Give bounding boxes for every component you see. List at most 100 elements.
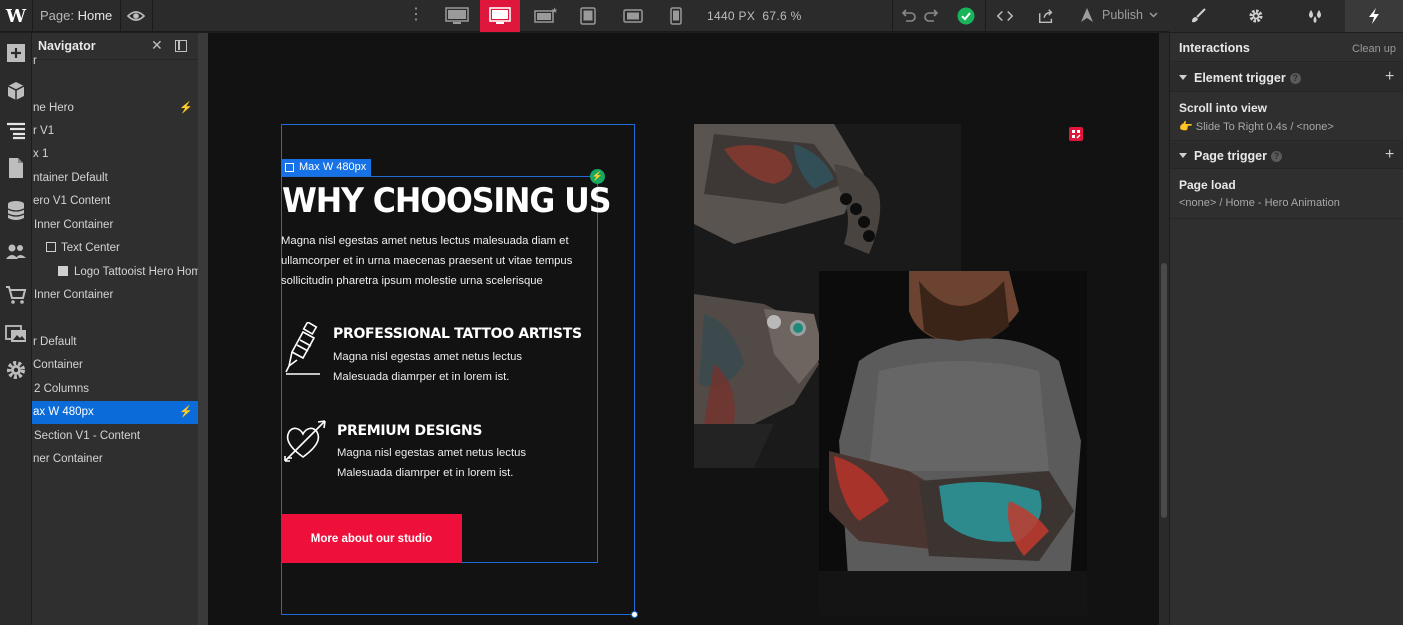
canvas-width: 1440 PX bbox=[707, 9, 756, 23]
divider bbox=[985, 0, 986, 32]
image-settings-icon[interactable] bbox=[1069, 127, 1083, 141]
interactions-header: Interactions Clean up bbox=[1170, 33, 1403, 62]
design-canvas[interactable]: Max W 480px ⚡ WHY CHOOSING US Magna nisl… bbox=[208, 33, 1159, 625]
navigator-item[interactable]: r V1 bbox=[32, 120, 198, 143]
navigator-panel: Navigator ✕ r ne Hero ⚡ r V1 x 1 ntainer Defa… bbox=[32, 33, 198, 625]
interactions-title: Interactions bbox=[1179, 41, 1250, 55]
publish-label: Publish bbox=[1102, 8, 1143, 22]
navigator-icon[interactable] bbox=[4, 118, 28, 142]
site-settings-gear-icon[interactable] bbox=[4, 358, 28, 382]
trigger-detail: Slide To Right 0.4s / <none> bbox=[1195, 121, 1334, 133]
mobile-portrait-breakpoint-icon[interactable] bbox=[656, 0, 696, 32]
brush-icon bbox=[1192, 8, 1206, 23]
divider bbox=[152, 0, 153, 32]
caret-down-icon bbox=[1179, 75, 1187, 80]
redo-icon[interactable] bbox=[923, 7, 941, 25]
feature-title: PROFESSIONAL TATTOO ARTISTS bbox=[333, 326, 582, 342]
selection-label-text: Max W 480px bbox=[299, 161, 367, 173]
navigator-item[interactable]: Text Center bbox=[32, 237, 198, 260]
symbols-cube-icon[interactable] bbox=[4, 79, 28, 103]
scrollbar-thumb[interactable] bbox=[1161, 263, 1167, 518]
add-page-trigger-icon[interactable]: + bbox=[1385, 147, 1394, 163]
page-selector[interactable]: Page: Home bbox=[40, 8, 112, 23]
feature-description: Magna nisl egestas amet netus lectus Male… bbox=[337, 443, 567, 483]
assets-images-icon[interactable] bbox=[4, 321, 28, 345]
panel-scrollbar[interactable] bbox=[198, 33, 208, 625]
preview-eye-icon[interactable] bbox=[126, 7, 146, 25]
cms-database-icon[interactable] bbox=[4, 199, 28, 223]
navigator-item-label: r bbox=[33, 55, 37, 67]
canvas-scrollbar[interactable] bbox=[1159, 33, 1169, 625]
more-about-studio-button[interactable]: More about our studio bbox=[281, 514, 462, 563]
help-icon[interactable]: ? bbox=[1270, 151, 1282, 162]
undo-icon[interactable] bbox=[899, 7, 917, 25]
navigator-item[interactable]: Inner Container bbox=[32, 214, 198, 237]
desktop-breakpoint-icon[interactable] bbox=[480, 0, 520, 32]
more-options-icon[interactable]: ⋮ bbox=[408, 7, 424, 23]
clean-up-link[interactable]: Clean up bbox=[1352, 43, 1396, 55]
users-icon[interactable] bbox=[4, 240, 28, 264]
canvas-size-readout: 1440 PX 67.6 % bbox=[707, 9, 802, 23]
navigator-item[interactable]: ntainer Default bbox=[32, 167, 198, 190]
navigator-item-label: ne Hero bbox=[33, 102, 74, 114]
share-icon[interactable] bbox=[1037, 7, 1055, 25]
ecommerce-cart-icon[interactable] bbox=[4, 283, 28, 307]
left-tool-bar bbox=[0, 33, 32, 625]
section-heading[interactable]: WHY CHOOSING US bbox=[282, 181, 611, 221]
webflow-logo[interactable]: W bbox=[0, 0, 32, 32]
publish-rocket-icon bbox=[1081, 8, 1093, 22]
navigator-item[interactable]: Section V1 - Content bbox=[32, 425, 198, 448]
element-trigger-header[interactable]: Element trigger? + bbox=[1170, 63, 1403, 92]
style-manager-tab[interactable] bbox=[1286, 0, 1344, 32]
large-desktop-breakpoint-icon[interactable] bbox=[437, 0, 477, 32]
tattooed-man-photo[interactable] bbox=[819, 271, 1087, 615]
navigator-item-label: r V1 bbox=[33, 125, 55, 137]
page-label: Page: bbox=[40, 8, 74, 23]
navigator-item-label: Inner Container bbox=[34, 289, 114, 301]
navigator-item-label: Container bbox=[33, 359, 83, 371]
scroll-into-view-trigger[interactable]: Scroll into view 👉 Slide To Right 0.4s /… bbox=[1170, 93, 1403, 141]
base-breakpoint-icon[interactable]: ★ bbox=[525, 0, 565, 32]
interaction-bolt-icon: ⚡ bbox=[179, 406, 193, 418]
navigator-item[interactable]: x 1 bbox=[32, 143, 198, 166]
navigator-item[interactable]: ne Hero ⚡ bbox=[32, 97, 198, 120]
add-element-icon[interactable] bbox=[4, 41, 28, 65]
interactions-panel-tab[interactable] bbox=[1345, 0, 1403, 32]
chevron-down-icon bbox=[1149, 12, 1158, 18]
hand-pointer-icon: 👉 bbox=[1179, 121, 1193, 133]
add-element-trigger-icon[interactable]: + bbox=[1385, 69, 1394, 85]
site-status-check-icon[interactable] bbox=[957, 7, 975, 25]
navigator-item-label: ner Container bbox=[33, 453, 103, 465]
resize-handle[interactable] bbox=[631, 611, 638, 618]
navigator-item[interactable]: Logo Tattooist Hero Home bbox=[32, 261, 198, 284]
trigger-name: Page load bbox=[1179, 178, 1236, 192]
navigator-item-label: Text Center bbox=[61, 242, 120, 254]
feature-title: PREMIUM DESIGNS bbox=[337, 423, 483, 439]
help-icon[interactable]: ? bbox=[1289, 73, 1301, 84]
image-icon bbox=[58, 266, 68, 276]
code-export-icon[interactable] bbox=[996, 7, 1014, 25]
lightning-bolt-icon bbox=[1369, 8, 1379, 24]
navigator-item[interactable]: r Default bbox=[32, 331, 198, 354]
style-panel-tab[interactable] bbox=[1169, 0, 1227, 32]
navigator-item[interactable]: r bbox=[32, 50, 198, 73]
page-trigger-header[interactable]: Page trigger? + bbox=[1170, 142, 1403, 169]
navigator-item[interactable]: ax W 480px ⚡ bbox=[32, 401, 198, 424]
navigator-item[interactable]: Inner Container bbox=[32, 284, 198, 307]
publish-button[interactable]: Publish bbox=[1078, 7, 1158, 23]
navigator-item-label: ntainer Default bbox=[33, 172, 108, 184]
mobile-landscape-breakpoint-icon[interactable] bbox=[613, 0, 653, 32]
navigator-item[interactable]: ner Container bbox=[32, 448, 198, 471]
selection-label: Max W 480px bbox=[281, 159, 372, 176]
zoom-level: 67.6 % bbox=[762, 9, 802, 23]
navigator-item[interactable]: 2 Columns bbox=[32, 378, 198, 401]
navigator-item[interactable]: Container bbox=[32, 354, 198, 377]
feature-line: Malesuada diamrper et in lorem ist. bbox=[333, 371, 510, 383]
section-paragraph[interactable]: Magna nisl egestas amet netus lectus mal… bbox=[281, 231, 601, 291]
navigator-item[interactable]: ero V1 Content bbox=[32, 190, 198, 213]
pages-icon[interactable] bbox=[4, 156, 28, 180]
drops-icon bbox=[1309, 10, 1321, 23]
page-load-trigger[interactable]: Page load <none> / Home - Hero Animation bbox=[1170, 170, 1403, 219]
settings-panel-tab[interactable] bbox=[1227, 0, 1285, 32]
tablet-breakpoint-icon[interactable] bbox=[568, 0, 608, 32]
